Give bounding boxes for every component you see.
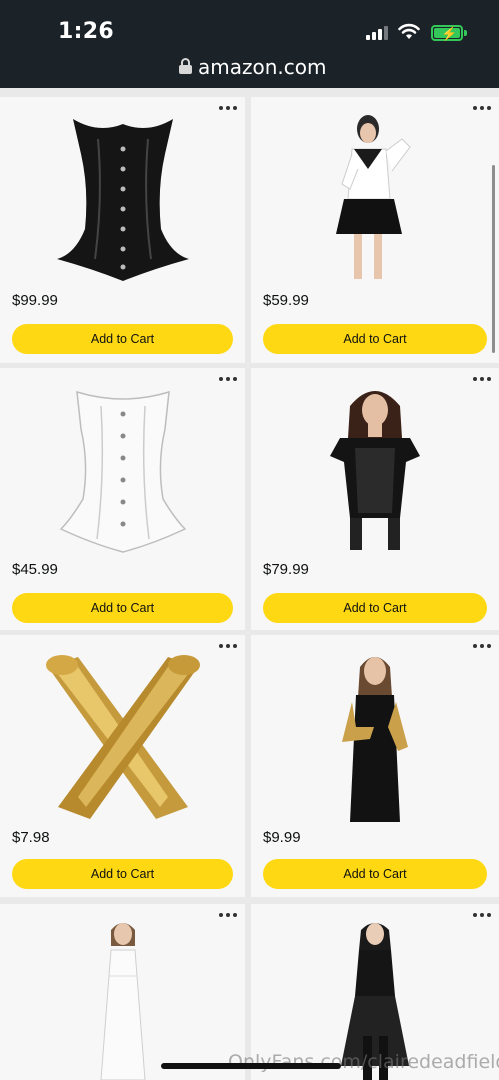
more-options-icon[interactable] <box>473 641 493 651</box>
add-to-cart-button[interactable]: Add to Cart <box>12 859 233 889</box>
product-card[interactable]: $59.99 Add to Cart <box>251 97 499 363</box>
battery-charging-icon: ⚡ <box>431 25 463 41</box>
product-price: $9.99 <box>263 829 301 846</box>
add-to-cart-button[interactable]: Add to Cart <box>263 324 487 354</box>
home-indicator[interactable] <box>161 1063 341 1069</box>
more-options-icon[interactable] <box>219 910 239 920</box>
product-image-black-corset[interactable] <box>53 109 193 284</box>
status-bar: 1:26 ⚡ <box>0 0 499 50</box>
product-image-gold-gloves[interactable] <box>38 647 208 822</box>
product-price: $79.99 <box>263 561 309 578</box>
more-options-icon[interactable] <box>473 103 493 113</box>
watermark: OnlyFans.com/clairedeadfield <box>228 1051 499 1073</box>
product-card[interactable]: $79.99 Add to Cart <box>251 368 499 630</box>
url-text[interactable]: amazon.com <box>198 55 326 79</box>
add-to-cart-button[interactable]: Add to Cart <box>263 593 487 623</box>
product-price: $59.99 <box>263 292 309 309</box>
product-price: $99.99 <box>12 292 58 309</box>
add-to-cart-button[interactable]: Add to Cart <box>263 859 487 889</box>
add-to-cart-button[interactable]: Add to Cart <box>12 324 233 354</box>
cellular-signal-icon <box>366 26 390 40</box>
more-options-icon[interactable] <box>473 910 493 920</box>
product-image-black-lace-bodysuit[interactable] <box>320 378 430 553</box>
product-card[interactable]: $45.99 Add to Cart <box>0 368 245 630</box>
product-card[interactable]: $9.99 Add to Cart <box>251 635 499 897</box>
product-image-woman-gold-gloves[interactable] <box>330 647 420 822</box>
lock-icon <box>179 58 192 74</box>
product-price: $7.98 <box>12 829 50 846</box>
more-options-icon[interactable] <box>219 641 239 651</box>
product-price: $45.99 <box>12 561 58 578</box>
add-to-cart-button[interactable]: Add to Cart <box>12 593 233 623</box>
more-options-icon[interactable] <box>219 103 239 113</box>
wifi-icon <box>398 23 420 39</box>
product-image-sailor-costume[interactable] <box>330 109 420 284</box>
product-card[interactable]: $7.98 Add to Cart <box>0 635 245 897</box>
more-options-icon[interactable] <box>473 374 493 384</box>
more-options-icon[interactable] <box>219 374 239 384</box>
product-card[interactable]: $99.99 Add to Cart <box>0 97 245 363</box>
product-image-white-lace-dress[interactable] <box>83 916 163 1080</box>
scroll-indicator[interactable] <box>492 165 495 353</box>
product-card[interactable] <box>0 904 245 1080</box>
product-image-white-corset[interactable] <box>53 384 193 554</box>
browser-address-bar[interactable]: amazon.com <box>0 50 499 88</box>
status-time: 1:26 <box>58 19 114 44</box>
